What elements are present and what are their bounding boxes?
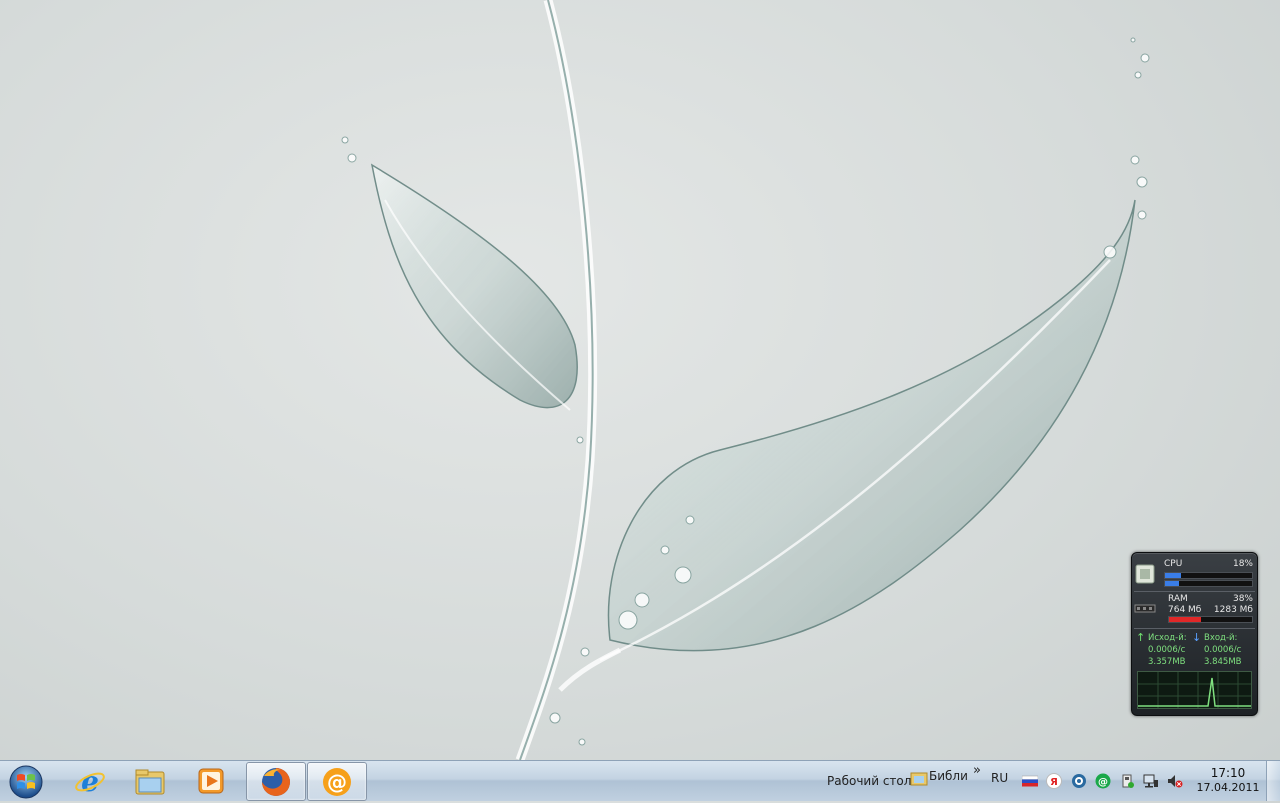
toolbar-libraries-link[interactable]: Библи <box>929 769 968 783</box>
clock-date: 17.04.2011 <box>1196 781 1260 794</box>
svg-text:e: e <box>81 765 99 797</box>
upload-arrow-icon: ↑ <box>1136 631 1146 644</box>
ram-total: 1283 Мб <box>1213 605 1253 615</box>
download-arrow-icon: ↓ <box>1192 631 1202 644</box>
cpu-chip-icon <box>1134 563 1156 585</box>
svg-text:@: @ <box>1098 777 1108 788</box>
taskbar-mail-agent[interactable]: @ <box>307 762 367 801</box>
cpu-core2-bar <box>1164 580 1253 587</box>
upload-label: Исход-й: <box>1148 633 1187 643</box>
upload-total: 3.357MB <box>1148 657 1186 667</box>
desktop-wallpaper <box>341 0 1150 760</box>
ram-percent: 38% <box>1232 594 1253 604</box>
toolbar-overflow-chevron[interactable]: » <box>973 763 981 778</box>
icq-agent-icon[interactable]: @ <box>1095 773 1111 789</box>
internet-explorer-icon: e <box>75 765 105 797</box>
taskbar-internet-explorer[interactable]: e <box>61 762 119 799</box>
libraries-folder-icon <box>910 770 928 790</box>
svg-text:Я: Я <box>1050 777 1058 788</box>
cpu-percent: 18% <box>1232 559 1253 569</box>
keyboard-layout-flag-icon[interactable] <box>1021 773 1039 789</box>
taskbar-firefox[interactable] <box>246 762 306 801</box>
safely-remove-hardware-icon[interactable] <box>1119 773 1135 789</box>
taskbar-media-player[interactable] <box>182 762 240 799</box>
show-desktop-button[interactable] <box>1266 761 1280 801</box>
toolbar-desktop-link[interactable]: Рабочий стол <box>827 774 911 788</box>
mail-agent-icon: @ <box>323 767 351 796</box>
taskbar-clock[interactable]: 17:10 17.04.2011 <box>1192 766 1264 796</box>
ram-module-icon <box>1134 597 1156 619</box>
system-monitor-gadget[interactable]: CPU 18% RAM 38% 764 Мб 1283 Мб ↑ Исход-й… <box>1131 552 1258 716</box>
ram-usage-bar <box>1168 616 1253 623</box>
taskbar-windows-explorer[interactable] <box>121 762 179 799</box>
download-total: 3.845MB <box>1204 657 1242 667</box>
network-icon[interactable] <box>1143 773 1159 789</box>
svg-text:@: @ <box>327 770 347 794</box>
cpu-core1-bar <box>1164 572 1253 579</box>
cpu-label: CPU <box>1164 559 1183 569</box>
gadget-divider <box>1134 628 1255 629</box>
antivirus-icon[interactable] <box>1071 773 1087 789</box>
windows-logo-icon <box>9 765 43 799</box>
volume-muted-icon[interactable] <box>1167 773 1183 789</box>
download-label: Вход-й: <box>1204 633 1238 643</box>
taskbar: e @ Рабочий стол Библи » RU Я @ 17:10 17… <box>0 760 1280 801</box>
windows-explorer-icon <box>135 769 165 794</box>
yandex-icon[interactable]: Я <box>1046 773 1062 789</box>
ram-label: RAM <box>1168 594 1188 604</box>
gadget-divider <box>1134 591 1255 592</box>
language-indicator[interactable]: RU <box>991 771 1008 785</box>
clock-time: 17:10 <box>1210 766 1246 780</box>
firefox-icon <box>262 767 290 796</box>
download-rate: 0.0006/с <box>1204 645 1242 655</box>
media-player-icon <box>198 768 224 793</box>
network-activity-graph <box>1137 671 1252 709</box>
start-button[interactable] <box>4 763 48 799</box>
upload-rate: 0.0006/с <box>1148 645 1186 655</box>
ram-used: 764 Мб <box>1168 605 1202 615</box>
